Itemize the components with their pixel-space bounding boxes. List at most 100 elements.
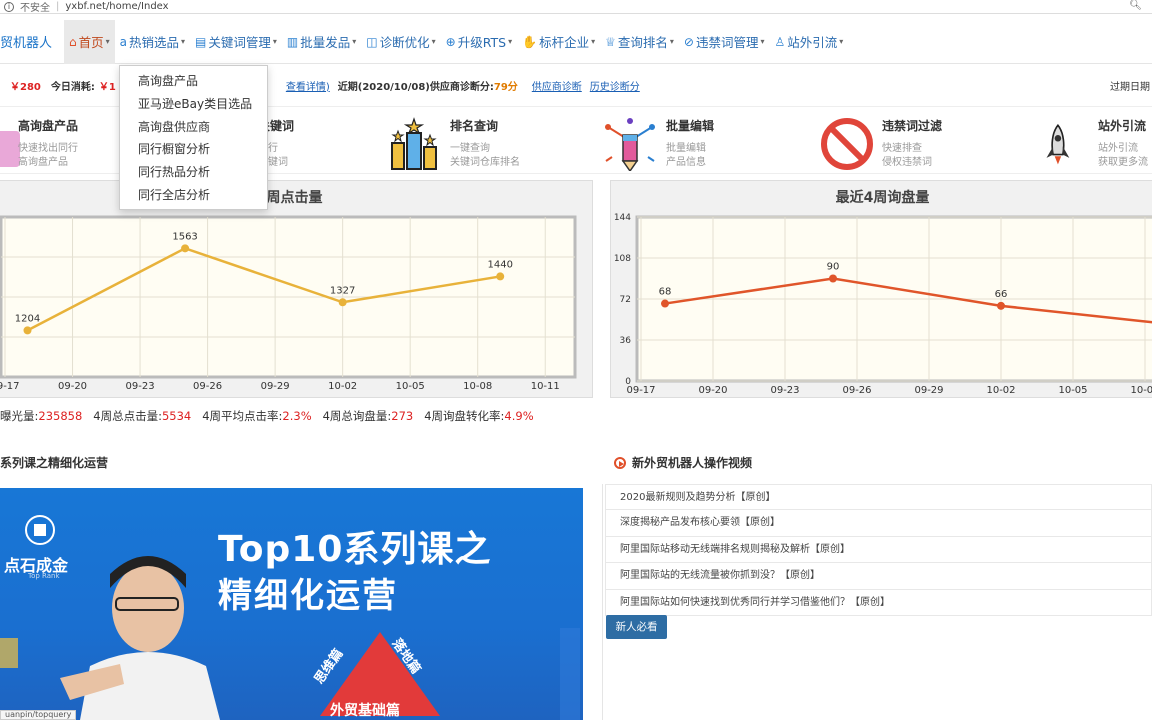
url-text[interactable]: yxbf.net/home/Index <box>65 1 168 12</box>
video-list: 2020最新规则及趋势分析【原创】 深度揭秘产品发布核心要领【原创】 阿里国际站… <box>605 484 1152 616</box>
dropdown-item-amazon-ebay[interactable]: 亚马逊eBay类目选品 <box>120 93 267 116</box>
chevron-down-icon: ▾ <box>105 37 110 46</box>
feature-subtitle: 关键词仓库排名 <box>450 157 520 168</box>
nav-item-2[interactable]: ▤ 关键词管理 ▾ <box>190 20 282 64</box>
feature-high-inquiry-products[interactable]: 高询盘产品 快速找出同行 高询盘产品 <box>0 113 120 173</box>
feature-ranking-query[interactable]: 排名查询 一键查询 关键词仓库排名 <box>388 113 548 173</box>
x-tick-label: 10-08 <box>463 381 492 392</box>
nav-item-7[interactable]: ♕ 查询排名 ▾ <box>600 20 679 64</box>
feature-subtitle: 快速排查 <box>882 143 922 154</box>
nav-item-8[interactable]: ⊘ 违禁词管理 ▾ <box>679 20 770 64</box>
x-tick-label: 10-08 <box>1130 385 1152 396</box>
trophy-icon: ♕ <box>605 34 616 49</box>
inquiry-label: 4周总询盘量: <box>322 409 392 423</box>
newcomer-must-watch-button[interactable]: 新人必看 <box>606 615 667 639</box>
person-icon: ♙ <box>774 34 786 49</box>
dropdown-item-hot-product-analysis[interactable]: 同行热品分析 <box>120 161 267 184</box>
y-tick-label: 108 <box>614 254 631 264</box>
nav-item-label: 查询排名 <box>617 35 668 50</box>
nav-item-1[interactable]: a 热销选品 ▾ <box>115 20 190 64</box>
nav-item-6[interactable]: ✋ 标杆企业 ▾ <box>517 20 600 64</box>
home-icon: ⌂ <box>69 34 77 49</box>
feature-title: 批量编辑 <box>666 119 715 133</box>
feature-subtitle: 一键查询 <box>450 143 490 154</box>
supplier-diagnosis-link[interactable]: 供应商诊断 <box>532 78 582 93</box>
banner-headline: Top10系列课之 <box>218 529 492 570</box>
feature-external-traffic[interactable]: 站外引流 站外引流 获取更多流 <box>1040 113 1152 173</box>
x-tick-label: 09-20 <box>698 385 727 396</box>
clicks-value: 5534 <box>161 409 192 423</box>
ranking-icon <box>391 117 437 170</box>
video-link[interactable]: 深度揭秘产品发布核心要领【原创】 <box>605 510 1152 537</box>
x-tick-label: 09-26 <box>193 381 222 392</box>
data-label: 1327 <box>330 285 355 296</box>
data-label: 1440 <box>487 259 512 270</box>
feature-title: 站外引流 <box>1098 119 1147 133</box>
view-detail-link[interactable]: 查看详情) <box>286 78 330 93</box>
nav-item-3[interactable]: ▥ 批量发品 ▾ <box>282 20 361 64</box>
zoom-icon[interactable]: 🔍︎ <box>1129 0 1142 11</box>
chart-title: 最近4周询盘量 <box>835 190 930 206</box>
feature-subtitle: 行 <box>268 143 278 154</box>
dropdown-item-showcase-analysis[interactable]: 同行橱窗分析 <box>120 138 267 161</box>
x-tick-label: 10-02 <box>328 381 357 392</box>
banner-logo-subtext: Top Rank <box>28 572 60 580</box>
nav-item-label: 违禁词管理 <box>695 35 759 50</box>
video-section-title: 新外贸机器人操作视频 <box>614 454 752 471</box>
data-label: 90 <box>827 262 840 273</box>
chevron-down-icon: ▾ <box>181 37 186 46</box>
ban-icon: ⊘ <box>683 34 694 49</box>
brand-name[interactable]: 贸机器人 <box>0 32 60 51</box>
nav-item-9[interactable]: ♙ 站外引流 ▾ <box>769 20 848 64</box>
feature-subtitle: 获取更多流 <box>1098 157 1148 168</box>
chart-title: 周点击量 <box>266 190 323 206</box>
dropdown-item-store-analysis[interactable]: 同行全店分析 <box>120 184 267 207</box>
nav-item-4[interactable]: ◫ 诊断优化 ▾ <box>361 20 440 64</box>
chevron-down-icon: ▾ <box>760 37 765 46</box>
data-point <box>661 299 669 308</box>
today-spend-value: ￥1 <box>98 81 116 93</box>
chevron-down-icon: ▾ <box>431 37 436 46</box>
dropdown-item-high-inquiry-suppliers[interactable]: 高询盘供应商 <box>120 116 267 139</box>
browser-address-bar[interactable]: i 不安全 | yxbf.net/home/Index 🔍︎ <box>0 0 1152 14</box>
video-link[interactable]: 阿里国际站移动无线端排名规则揭秘及解析【原创】 <box>605 536 1152 564</box>
video-link[interactable]: 阿里国际站的无线流量被你抓到没？【原创】 <box>605 563 1152 590</box>
data-label: 68 <box>659 287 672 298</box>
history-diagnosis-link[interactable]: 历史诊断分 <box>590 78 640 93</box>
video-link[interactable]: 阿里国际站如何快速找到优秀同行并学习借鉴他们？【原创】 <box>605 589 1152 616</box>
feature-title: 高询盘产品 <box>18 119 79 133</box>
y-tick-label: 144 <box>614 213 631 223</box>
data-point <box>997 301 1005 310</box>
data-label: 1204 <box>15 313 40 324</box>
course-banner[interactable]: 点石成金 Top Rank Top10系列课之 精细化运营 思维篇 落地篇 外贸… <box>0 488 583 720</box>
feature-batch-edit[interactable]: 批量编辑 批量编辑 产品信息 <box>604 113 764 173</box>
exposure-value: 235858 <box>38 409 83 423</box>
ctr-label: 4周平均点击率: <box>202 409 283 423</box>
inquiry-line-chart: 09-1709-2009-2309-2609-2910-0210-0510-08… <box>614 213 1152 396</box>
data-point <box>181 244 190 253</box>
x-tick-label: 09-20 <box>58 381 87 392</box>
x-tick-label: 10-05 <box>1058 385 1087 396</box>
nav-item-0[interactable]: ⌂ 首页 ▾ <box>64 19 115 64</box>
clicks-label: 4周总点击量: <box>93 409 162 423</box>
nav-item-label: 诊断优化 <box>379 35 430 50</box>
video-link[interactable]: 2020最新规则及趋势分析【原创】 <box>605 484 1152 511</box>
inquiry-chart-panel: 09-1709-2009-2309-2609-2910-0210-0510-08… <box>610 180 1152 398</box>
x-tick-label: 09-26 <box>842 385 871 396</box>
feature-subtitle: 批量编辑 <box>666 143 706 154</box>
x-tick-label: 10-05 <box>396 381 425 392</box>
upgrade-icon: ⊕ <box>445 34 456 49</box>
today-spend-label: 今日消耗: <box>50 81 95 93</box>
feature-keywords[interactable]: 关键词 行 键词 <box>258 113 358 173</box>
nav-item-label: 热销选品 <box>129 35 180 50</box>
dropdown-item-high-inquiry-products[interactable]: 高询盘产品 <box>120 70 267 93</box>
nav-item-5[interactable]: ⊕ 升级RTS ▾ <box>441 20 517 64</box>
separator: | <box>56 1 60 12</box>
feature-forbidden-word-filter[interactable]: 违禁词过滤 快速排查 侵权违禁词 <box>820 113 980 173</box>
data-point <box>829 274 837 283</box>
hot-products-dropdown: 高询盘产品 亚马逊eBay类目选品 高询盘供应商 同行橱窗分析 同行热品分析 同… <box>119 65 268 210</box>
chevron-down-icon: ▾ <box>591 37 596 46</box>
nav-item-label: 站外引流 <box>787 35 838 50</box>
info-icon[interactable]: i <box>4 1 14 12</box>
feature-title: 违禁词过滤 <box>882 119 943 133</box>
